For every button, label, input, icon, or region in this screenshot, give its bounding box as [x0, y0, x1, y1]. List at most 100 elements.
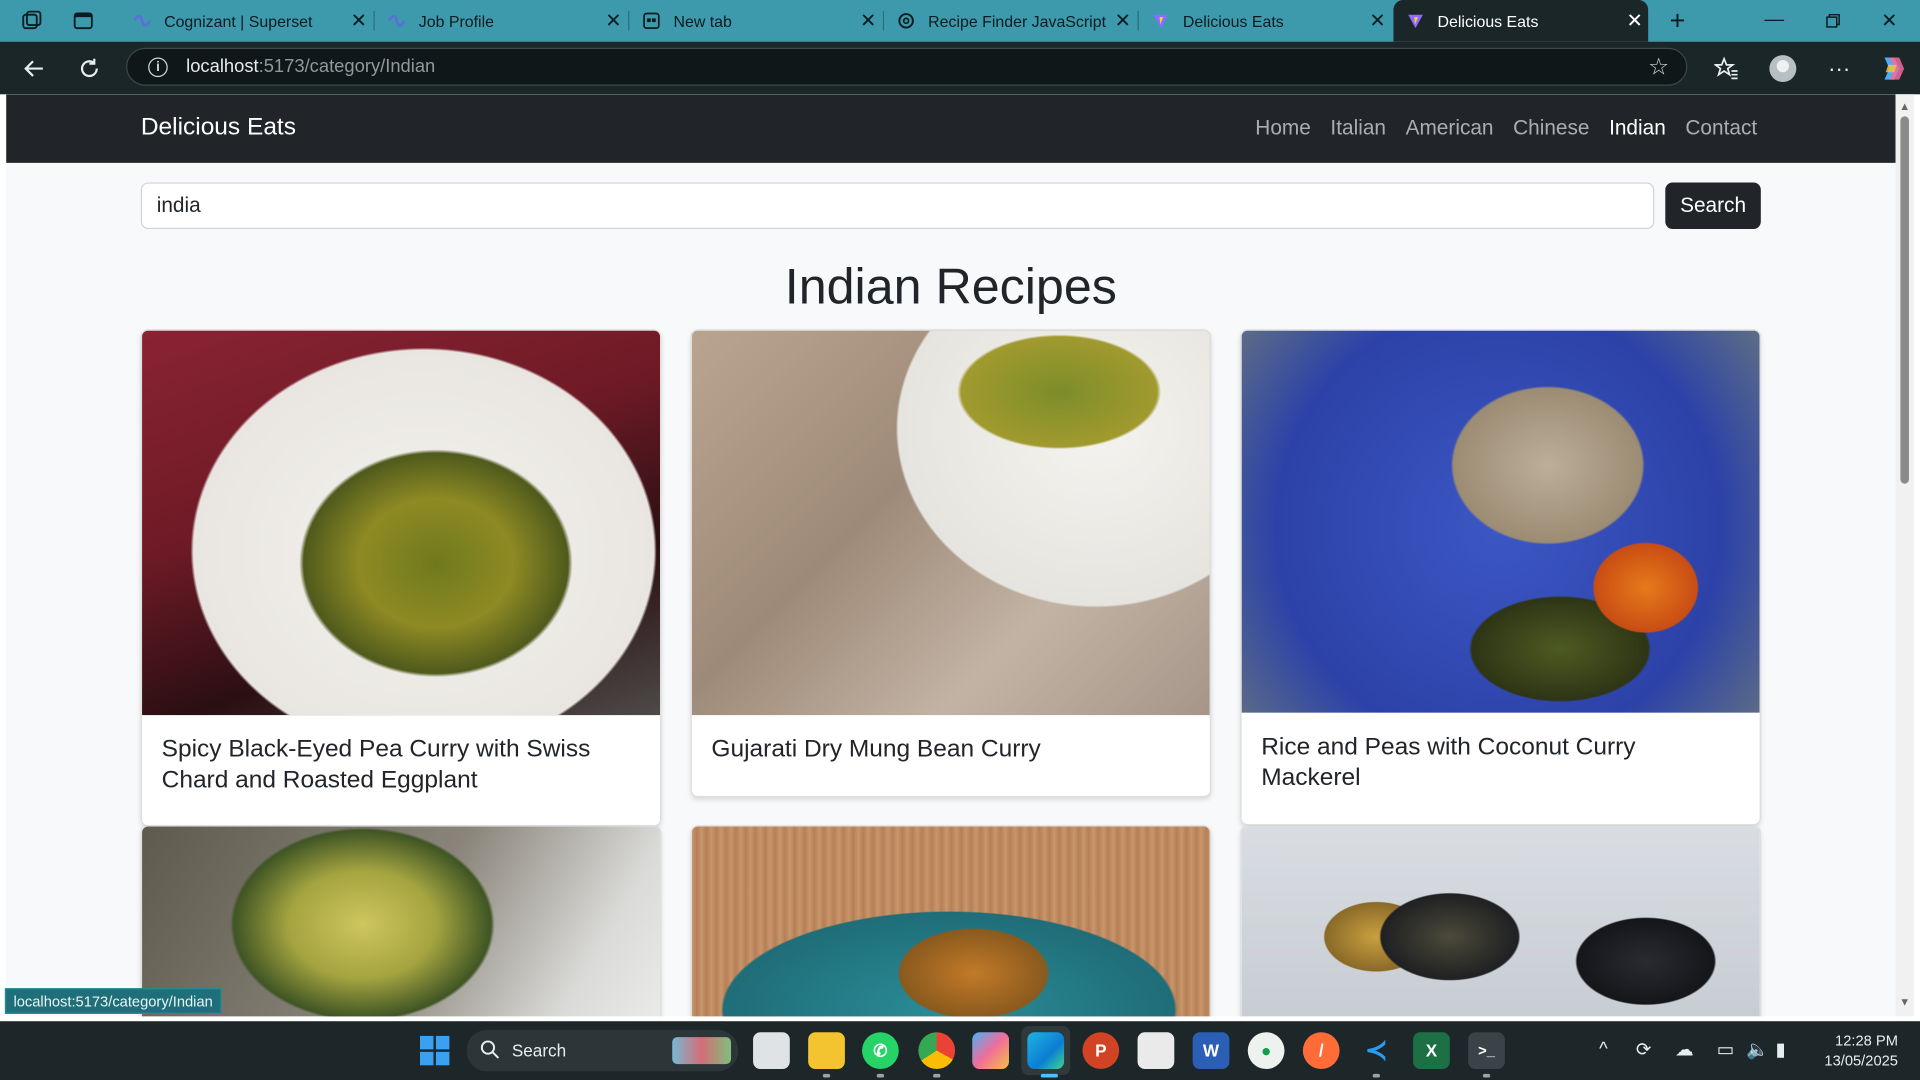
recipe-title[interactable]: Gujarati Dry Mung Bean Curry: [711, 735, 1189, 766]
edge-icon[interactable]: [1027, 1032, 1065, 1069]
battery-icon[interactable]: ▮: [1776, 1038, 1786, 1061]
superset-icon: [387, 11, 407, 31]
nav-link-indian[interactable]: Indian: [1609, 116, 1666, 140]
sync-icon[interactable]: ⟳: [1636, 1038, 1651, 1061]
recipe-search-input[interactable]: india: [140, 182, 1655, 229]
close-tab-icon[interactable]: ✕: [345, 9, 372, 33]
status-url-tooltip: localhost:5173/category/Indian: [4, 988, 222, 1014]
cloud-icon[interactable]: ☁: [1675, 1038, 1693, 1061]
windows-taskbar: Search ✆ P W ● / ≺ X >_ ^ ⟳ ☁ ▭ 🔈 ▮ 12:2…: [0, 1021, 1920, 1080]
taskbar-search-label: Search: [511, 1040, 567, 1061]
copilot-icon[interactable]: [972, 1032, 1009, 1069]
search-icon: [480, 1040, 500, 1066]
running-indicator: [933, 1073, 941, 1078]
page-viewport: Delicious Eats Home Italian American Chi…: [6, 94, 1896, 1017]
recipe-image[interactable]: [1241, 826, 1760, 1017]
site-nav-links: Home Italian American Chinese Indian Con…: [1255, 116, 1757, 140]
site-brand[interactable]: Delicious Eats: [141, 114, 296, 142]
tab-title: Delicious Eats: [1437, 11, 1539, 31]
tray-overflow-icon[interactable]: ^: [1599, 1038, 1608, 1059]
site-info-icon[interactable]: i: [148, 57, 168, 78]
close-tab-icon[interactable]: ✕: [855, 9, 882, 33]
recipe-image[interactable]: [691, 330, 1210, 716]
new-tab-icon[interactable]: +: [1649, 0, 1705, 42]
scrollbar-thumb[interactable]: [1900, 116, 1909, 484]
restore-icon[interactable]: [1805, 0, 1861, 42]
postman-icon[interactable]: /: [1302, 1032, 1340, 1069]
store-icon[interactable]: [1137, 1032, 1175, 1069]
network-icon[interactable]: ▭: [1717, 1038, 1734, 1061]
vite-icon: [1151, 11, 1171, 31]
scroll-up-icon[interactable]: ▲: [1899, 101, 1910, 113]
vite-icon: [1406, 11, 1426, 31]
newtab-icon: [642, 11, 662, 31]
favorites-icon[interactable]: [1709, 51, 1743, 85]
recipe-card[interactable]: Gujarati Dry Mung Bean Curry: [690, 329, 1212, 798]
close-tab-icon[interactable]: ✕: [1364, 9, 1391, 33]
taskbar-search[interactable]: Search: [466, 1029, 739, 1072]
recipe-image[interactable]: [1241, 330, 1760, 713]
task-view-icon[interactable]: [753, 1032, 790, 1069]
tab-title: Job Profile: [418, 11, 494, 31]
volume-icon[interactable]: 🔈: [1746, 1038, 1769, 1061]
browser-tab-active[interactable]: Delicious Eats ✕: [1393, 0, 1649, 42]
tab-title: Recipe Finder JavaScript Sk: [928, 11, 1110, 31]
browser-tab[interactable]: Job Profile ✕: [375, 0, 627, 42]
nav-link-chinese[interactable]: Chinese: [1513, 116, 1589, 140]
recipe-image[interactable]: [142, 330, 661, 716]
minimize-icon[interactable]: —: [1746, 0, 1802, 42]
workspaces-icon[interactable]: [20, 9, 44, 33]
nav-link-contact[interactable]: Contact: [1685, 116, 1757, 140]
chatgpt-icon: [896, 11, 916, 31]
close-tab-icon[interactable]: ✕: [600, 9, 627, 33]
search-button[interactable]: Search: [1665, 182, 1761, 229]
recipe-card[interactable]: [1240, 825, 1761, 1017]
running-indicator: [876, 1073, 885, 1078]
page-title: Indian Recipes: [784, 258, 1117, 315]
search-highlight-icon: [672, 1037, 732, 1065]
powerpoint-icon[interactable]: P: [1082, 1032, 1120, 1069]
nav-link-american[interactable]: American: [1406, 116, 1494, 140]
recipe-title[interactable]: Rice and Peas with Coconut Curry Mackere…: [1261, 732, 1739, 793]
profile-avatar-icon[interactable]: [1766, 51, 1800, 85]
site-navbar: Delicious Eats Home Italian American Chi…: [6, 94, 1896, 163]
browser-tab[interactable]: Cognizant | Superset ✕: [120, 0, 372, 42]
clock-time: 12:28 PM: [1835, 1032, 1898, 1050]
system-clock[interactable]: 12:28 PM 13/05/2025: [1812, 1031, 1898, 1070]
scroll-down-icon[interactable]: ▼: [1899, 996, 1910, 1008]
more-options-icon[interactable]: ···: [1822, 51, 1856, 85]
recipe-card[interactable]: Spicy Black-Eyed Pea Curry with Swiss Ch…: [140, 329, 662, 827]
browser-tab-bar: Cognizant | Superset ✕ Job Profile ✕ New…: [0, 0, 1920, 42]
mongodb-icon[interactable]: ●: [1247, 1032, 1285, 1069]
file-explorer-icon[interactable]: [808, 1032, 845, 1069]
recipe-title[interactable]: Spicy Black-Eyed Pea Curry with Swiss Ch…: [162, 735, 640, 796]
url-text: localhost:5173/category/Indian: [186, 56, 436, 78]
whatsapp-icon[interactable]: ✆: [862, 1032, 899, 1069]
browser-tab[interactable]: New tab ✕: [629, 0, 881, 42]
chrome-icon[interactable]: [918, 1032, 956, 1069]
vscode-icon[interactable]: ≺: [1357, 1032, 1395, 1069]
recipe-image[interactable]: [691, 826, 1210, 1017]
vertical-tabs-icon[interactable]: [71, 9, 95, 33]
close-window-icon[interactable]: ✕: [1861, 0, 1917, 42]
excel-icon[interactable]: X: [1413, 1032, 1450, 1069]
recipe-card[interactable]: Rice and Peas with Coconut Curry Mackere…: [1240, 329, 1761, 826]
browser-tab[interactable]: Delicious Eats ✕: [1139, 0, 1391, 42]
nav-link-home[interactable]: Home: [1255, 116, 1311, 140]
url-bar[interactable]: i localhost:5173/category/Indian ☆: [126, 47, 1688, 86]
word-icon[interactable]: W: [1192, 1032, 1230, 1069]
refresh-icon[interactable]: [73, 53, 105, 85]
browser-tab[interactable]: Recipe Finder JavaScript Sk ✕: [884, 0, 1136, 42]
terminal-icon[interactable]: >_: [1468, 1032, 1505, 1069]
nav-link-italian[interactable]: Italian: [1330, 116, 1386, 140]
back-icon[interactable]: [18, 53, 50, 85]
close-tab-icon[interactable]: ✕: [1109, 9, 1136, 33]
tab-title: New tab: [673, 11, 732, 31]
close-tab-icon[interactable]: ✕: [1621, 9, 1648, 33]
running-indicator: [1482, 1073, 1491, 1078]
page-scrollbar[interactable]: ▲ ▼: [1895, 94, 1914, 1017]
windows-start-icon[interactable]: [420, 1035, 450, 1066]
favorite-star-icon[interactable]: ☆: [1648, 54, 1669, 82]
recipe-card[interactable]: [690, 825, 1212, 1017]
copilot-icon[interactable]: [1875, 51, 1909, 85]
